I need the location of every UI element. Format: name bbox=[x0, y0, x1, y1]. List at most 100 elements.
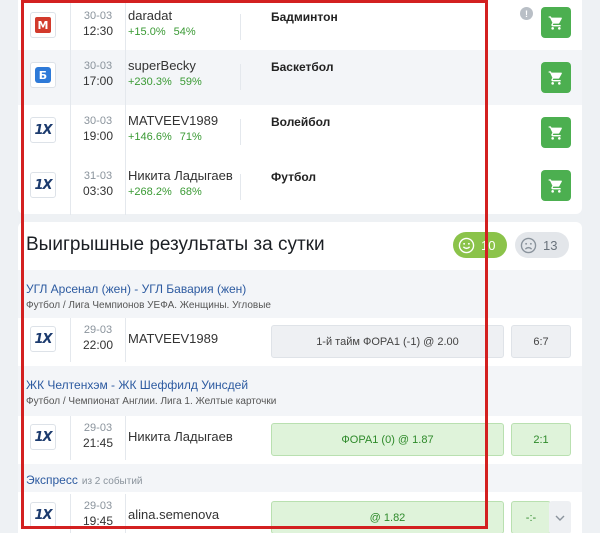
tip-datetime: 30-03 19:00 bbox=[70, 105, 126, 160]
good-count: 10 bbox=[481, 237, 496, 253]
tipster-info: MATVEEV1989 bbox=[128, 331, 218, 346]
tipster-name[interactable]: Никита Ладыгаев bbox=[128, 168, 233, 183]
bet-row: 1X 29-03 21:45 Никита Ладыгаев ФОРА1 (0)… bbox=[18, 416, 582, 460]
tipster-info: alina.semenova bbox=[128, 507, 219, 522]
tip-date: 30-03 bbox=[83, 10, 113, 22]
tipster-name[interactable]: daradat bbox=[128, 8, 204, 23]
bet-time: 19:45 bbox=[82, 514, 114, 528]
tip-datetime: 31-03 03:30 bbox=[70, 160, 126, 215]
bet-time: 21:45 bbox=[82, 436, 114, 450]
tips-card: M 30-03 12:30 daradat +15.0% 54% Бадминто… bbox=[18, 0, 582, 215]
bet-date: 29-03 bbox=[83, 422, 113, 434]
cart-icon bbox=[548, 70, 562, 85]
section-title: Выигрышные результаты за сутки bbox=[26, 234, 325, 255]
event-title[interactable]: ЖК Челтенхэм - ЖК Шеффилд Уинсдей bbox=[26, 378, 248, 392]
tipster-name[interactable]: MATVEEV1989 bbox=[128, 331, 218, 346]
tip-row[interactable]: M 30-03 12:30 daradat +15.0% 54% Бадминто… bbox=[18, 0, 582, 55]
event-subtitle: Футбол / Чемпионат Англии. Лига 1. Желты… bbox=[26, 396, 277, 407]
bet-date: 29-03 bbox=[83, 500, 113, 512]
tip-row[interactable]: 1X 30-03 19:00 MATVEEV1989 +146.6% 71% Во… bbox=[18, 105, 582, 160]
divider bbox=[240, 174, 241, 200]
1xbet-icon: 1X bbox=[30, 172, 56, 198]
bet-time: 22:00 bbox=[82, 338, 114, 352]
sport-name: Волейбол bbox=[271, 115, 331, 129]
bet-detail: @ 1.82 bbox=[271, 501, 504, 533]
tip-time: 17:00 bbox=[82, 74, 114, 88]
buy-tip-button[interactable] bbox=[541, 62, 571, 93]
tipster-name[interactable]: Никита Ладыгаев bbox=[128, 429, 233, 444]
tipster-profit: +15.0% bbox=[128, 26, 166, 38]
tipster-profit: +268.2% bbox=[128, 186, 172, 198]
bet-datetime: 29-03 19:45 bbox=[70, 494, 126, 533]
score: 6:7 bbox=[511, 325, 571, 358]
bet-detail: ФОРА1 (0) @ 1.87 bbox=[271, 423, 504, 456]
bet-datetime: 29-03 22:00 bbox=[70, 318, 126, 362]
bet-date: 29-03 bbox=[83, 324, 113, 336]
tip-row[interactable]: 1X 31-03 03:30 Никита Ладыгаев +268.2% 68… bbox=[18, 160, 582, 215]
results-card: Выигрышные результаты за сутки 10 13 УГЛ… bbox=[18, 222, 582, 533]
tipster-info: superBecky +230.3% 59% bbox=[128, 58, 210, 88]
sport-name: Футбол bbox=[271, 170, 317, 184]
tipster-winrate: 68% bbox=[179, 186, 202, 198]
tipster-winrate: 71% bbox=[179, 131, 202, 143]
smile-icon bbox=[458, 237, 475, 253]
tipster-profit: +146.6% bbox=[128, 131, 172, 143]
tipster-info: daradat +15.0% 54% bbox=[128, 8, 204, 38]
tip-datetime: 30-03 17:00 bbox=[70, 50, 126, 105]
tipster-profit: +230.3% bbox=[128, 76, 172, 88]
good-results-filter[interactable]: 10 bbox=[453, 232, 507, 258]
1xbet-icon: 1X bbox=[30, 117, 56, 143]
event-header: УГЛ Арсенал (жен) - УГЛ Бавария (жен) Фу… bbox=[18, 270, 582, 318]
bet-datetime: 29-03 21:45 bbox=[70, 416, 126, 460]
tip-row[interactable]: Б 30-03 17:00 superBecky +230.3% 59% Баск… bbox=[18, 50, 582, 105]
tipster-name[interactable]: alina.semenova bbox=[128, 507, 219, 522]
cart-icon bbox=[548, 178, 562, 193]
buy-tip-button[interactable] bbox=[541, 117, 571, 148]
frown-icon bbox=[520, 237, 537, 253]
tip-time: 12:30 bbox=[82, 24, 114, 38]
express-count: из 2 событий bbox=[81, 476, 143, 487]
melbet-icon: M bbox=[30, 12, 56, 38]
1xbet-icon: 1X bbox=[30, 326, 56, 352]
tipster-winrate: 54% bbox=[173, 26, 196, 38]
cart-icon bbox=[548, 15, 562, 30]
1xbet-icon: 1X bbox=[30, 502, 56, 528]
tipster-name[interactable]: MATVEEV1989 bbox=[128, 113, 218, 128]
event-title[interactable]: Экспресс из 2 событий bbox=[26, 473, 143, 487]
tipster-name[interactable]: superBecky bbox=[128, 58, 210, 73]
divider bbox=[240, 64, 241, 90]
event-subtitle: Футбол / Лига Чемпионов УЕФА. Женщины. У… bbox=[26, 300, 271, 311]
express-label: Экспресс bbox=[26, 473, 78, 487]
bet-row: 1X 29-03 19:45 alina.semenova @ 1.82 -:- bbox=[18, 494, 582, 533]
tip-date: 31-03 bbox=[83, 170, 113, 182]
event-header: ЖК Челтенхэм - ЖК Шеффилд Уинсдей Футбол… bbox=[18, 366, 582, 416]
tip-date: 30-03 bbox=[83, 60, 113, 72]
tipster-winrate: 59% bbox=[179, 76, 202, 88]
tipster-info: Никита Ладыгаев +268.2% 68% bbox=[128, 168, 233, 198]
divider bbox=[240, 119, 241, 145]
bad-count: 13 bbox=[543, 237, 558, 253]
bet-detail: 1-й тайм ФОРА1 (-1) @ 2.00 bbox=[271, 325, 504, 358]
event-title[interactable]: УГЛ Арсенал (жен) - УГЛ Бавария (жен) bbox=[26, 282, 246, 296]
divider bbox=[240, 14, 241, 40]
score: 2:1 bbox=[511, 423, 571, 456]
chevron-down-icon bbox=[555, 515, 565, 521]
tip-time: 03:30 bbox=[82, 184, 114, 198]
bet-row: 1X 29-03 22:00 MATVEEV1989 1-й тайм ФОРА… bbox=[18, 318, 582, 362]
tip-datetime: 30-03 12:30 bbox=[70, 0, 126, 55]
tipster-info: Никита Ладыгаев bbox=[128, 429, 233, 444]
1xbet-icon: 1X bbox=[30, 424, 56, 450]
event-header: Экспресс из 2 событий bbox=[18, 464, 582, 492]
buy-tip-button[interactable] bbox=[541, 170, 571, 201]
buy-tip-button[interactable] bbox=[541, 7, 571, 38]
sport-name: Баскетбол bbox=[271, 60, 334, 74]
expand-button[interactable] bbox=[549, 501, 571, 533]
cart-icon bbox=[548, 125, 562, 140]
score: -:- bbox=[511, 501, 551, 533]
bad-results-filter[interactable]: 13 bbox=[515, 232, 569, 258]
betcity-icon: Б bbox=[30, 62, 56, 88]
tipster-info: MATVEEV1989 +146.6% 71% bbox=[128, 113, 218, 143]
tip-time: 19:00 bbox=[82, 129, 114, 143]
sport-name: Бадминтон bbox=[271, 10, 338, 24]
info-icon[interactable]: ! bbox=[520, 7, 533, 20]
